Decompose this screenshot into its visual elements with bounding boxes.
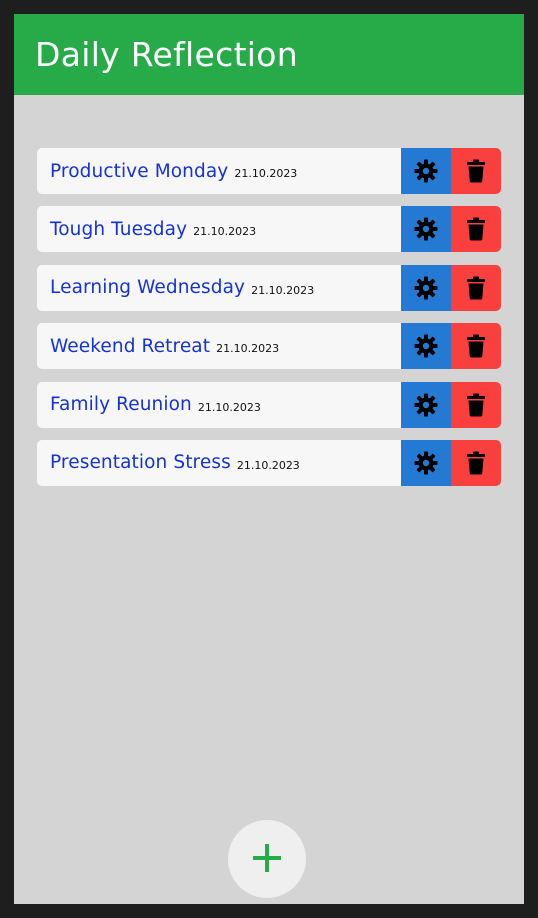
- entry-row: Weekend Retreat 21.10.2023: [37, 323, 501, 370]
- edit-entry-button[interactable]: [401, 264, 451, 311]
- gear-icon: [414, 451, 438, 475]
- entry-title: Tough Tuesday: [50, 218, 188, 240]
- app-title: Daily Reflection: [35, 35, 298, 74]
- trash-icon: [466, 451, 486, 475]
- entry-row: Family Reunion 21.10.2023: [37, 381, 501, 428]
- entry-item[interactable]: Learning Wednesday 21.10.2023: [37, 264, 401, 311]
- edit-entry-button[interactable]: [401, 439, 451, 486]
- gear-icon: [414, 217, 438, 241]
- delete-entry-button[interactable]: [451, 148, 501, 194]
- gear-icon: [414, 276, 438, 300]
- entry-title: Presentation Stress: [50, 452, 231, 474]
- entry-date: 21.10.2023: [236, 458, 300, 472]
- edit-entry-button[interactable]: [401, 206, 451, 253]
- entry-item[interactable]: Family Reunion 21.10.2023: [37, 381, 401, 428]
- delete-entry-button[interactable]: [451, 206, 501, 253]
- entry-title: Weekend Retreat: [50, 335, 211, 357]
- app-header: Daily Reflection: [14, 14, 524, 95]
- app-screen: Daily Reflection Productive Monday 21.10…: [14, 14, 524, 904]
- entry-item[interactable]: Presentation Stress 21.10.2023: [37, 439, 401, 486]
- entry-date: 21.10.2023: [197, 400, 261, 414]
- entry-row: Tough Tuesday 21.10.2023: [37, 206, 501, 253]
- trash-icon: [466, 159, 486, 183]
- entry-item[interactable]: Productive Monday 21.10.2023: [37, 148, 401, 194]
- edit-entry-button[interactable]: [401, 148, 451, 194]
- entry-item[interactable]: Weekend Retreat 21.10.2023: [37, 323, 401, 370]
- add-entry-button[interactable]: [228, 820, 306, 898]
- entry-title: Productive Monday: [50, 160, 229, 182]
- entry-item[interactable]: Tough Tuesday 21.10.2023: [37, 206, 401, 253]
- entry-title: Learning Wednesday: [50, 277, 246, 299]
- entry-date: 21.10.2023: [234, 167, 298, 180]
- entry-list: Productive Monday 21.10.2023 Tough Tuesd…: [37, 148, 501, 498]
- entry-date: 21.10.2023: [251, 283, 315, 297]
- edit-entry-button[interactable]: [401, 323, 451, 370]
- trash-icon: [466, 217, 486, 241]
- entry-title: Family Reunion: [50, 394, 192, 416]
- gear-icon: [414, 334, 438, 358]
- entry-date: 21.10.2023: [216, 342, 280, 356]
- gear-icon: [414, 159, 438, 183]
- entry-date: 21.10.2023: [193, 225, 257, 239]
- entry-row: Productive Monday 21.10.2023: [37, 148, 501, 194]
- trash-icon: [466, 276, 486, 300]
- delete-entry-button[interactable]: [451, 439, 501, 486]
- entry-row: Presentation Stress 21.10.2023: [37, 439, 501, 486]
- delete-entry-button[interactable]: [451, 381, 501, 428]
- entry-row: Learning Wednesday 21.10.2023: [37, 264, 501, 311]
- gear-icon: [414, 393, 438, 417]
- delete-entry-button[interactable]: [451, 264, 501, 311]
- delete-entry-button[interactable]: [451, 323, 501, 370]
- trash-icon: [466, 393, 486, 417]
- edit-entry-button[interactable]: [401, 381, 451, 428]
- plus-icon: [252, 843, 282, 876]
- trash-icon: [466, 334, 486, 358]
